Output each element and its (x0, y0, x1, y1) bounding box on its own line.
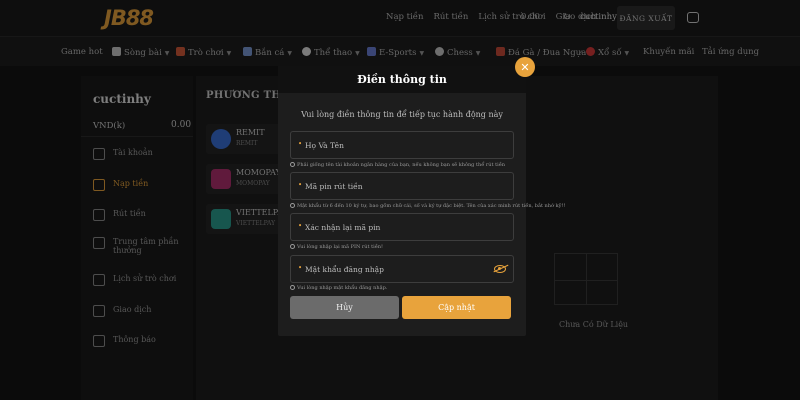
eye-slash-icon[interactable] (494, 265, 506, 273)
info-icon (290, 162, 295, 167)
required-marker: • (298, 140, 303, 148)
withdraw-pin-field[interactable]: • (290, 172, 514, 200)
login-password-hint: Vui lòng nhập mật khẩu đăng nhập. (290, 285, 514, 291)
confirm-pin-input[interactable] (305, 214, 495, 240)
full-name-hint: Phải giống tên tài khoản ngân hàng của b… (290, 162, 514, 168)
required-marker: • (298, 181, 303, 189)
confirm-pin-hint: Vui lòng nhập lại mã PIN rút tiền! (290, 244, 514, 250)
login-password-input[interactable] (305, 256, 495, 282)
info-icon (290, 285, 295, 290)
modal-title: Điền thông tin (357, 73, 447, 86)
close-icon[interactable]: ✕ (515, 57, 535, 77)
required-marker: • (298, 264, 303, 272)
fill-info-modal: Điền thông tin Vui lòng điền thông tin đ… (278, 66, 565, 336)
withdraw-pin-hint: Mật khẩu từ 6 đến 10 ký tự, bao gồm chữ … (290, 203, 565, 209)
cancel-button[interactable]: Hủy (290, 296, 399, 319)
withdraw-pin-input[interactable] (305, 173, 495, 199)
info-icon (290, 203, 295, 208)
confirm-pin-field[interactable]: • (290, 213, 514, 241)
update-button[interactable]: Cập nhật (402, 296, 511, 319)
full-name-field[interactable]: • (290, 131, 514, 159)
required-marker: • (298, 222, 303, 230)
modal-subtitle: Vui lòng điền thông tin để tiếp tục hành… (301, 110, 503, 119)
full-name-input[interactable] (305, 132, 495, 158)
modal-header: Điền thông tin (278, 66, 526, 93)
login-password-field[interactable]: • (290, 255, 514, 283)
info-icon (290, 244, 295, 249)
